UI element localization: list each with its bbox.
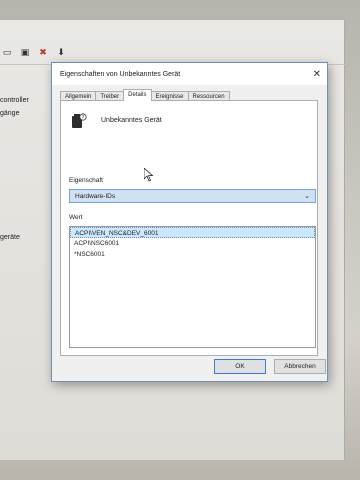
list-item[interactable]: ACPI\VEN_NSC&DEV_6001 [70, 227, 315, 238]
cancel-button[interactable]: Abbrechen [274, 359, 326, 374]
property-label: Eigenschaft [69, 177, 103, 184]
ok-button[interactable]: OK [214, 359, 266, 374]
mouse-cursor-icon [144, 168, 154, 182]
tab-details[interactable]: Details [123, 89, 152, 101]
bg-tree-label-controller: controller [0, 97, 29, 104]
close-red-icon[interactable]: ✖ [38, 48, 48, 58]
svg-text:?: ? [82, 115, 85, 121]
properties-dialog: Eigenschaften von Unbekanntes Gerät ✕ Al… [51, 62, 328, 382]
device-name: Unbekanntes Gerät [101, 117, 162, 124]
bg-tree-label-gange: gänge [0, 110, 20, 117]
chevron-down-icon: ⌄ [304, 192, 310, 200]
toolbar: ▭ ▣ ✖ ⬇ [0, 44, 66, 62]
list-item[interactable]: ACPI\NSC6001 [70, 238, 315, 249]
dialog-titlebar[interactable]: Eigenschaften von Unbekanntes Gerät ✕ [52, 63, 327, 85]
download-icon[interactable]: ⬇ [56, 48, 66, 58]
property-dropdown[interactable]: Hardware-IDs ⌄ [69, 189, 316, 203]
maximize-icon[interactable]: ▭ [2, 48, 12, 58]
list-item[interactable]: *NSC6001 [70, 249, 315, 260]
monitor-icon[interactable]: ▣ [20, 48, 30, 58]
unknown-device-icon: ? [72, 113, 87, 128]
value-list[interactable]: ACPI\VEN_NSC&DEV_6001 ACPI\NSC6001 *NSC6… [69, 226, 316, 348]
close-icon[interactable]: ✕ [313, 69, 321, 80]
property-dropdown-value: Hardware-IDs [75, 192, 116, 200]
value-label: Wert [69, 214, 83, 221]
details-panel: ? Unbekanntes Gerät Eigenschaft Hardware… [60, 100, 318, 356]
bg-tree-label-gerate: geräte [0, 234, 20, 241]
dialog-title: Eigenschaften von Unbekanntes Gerät [60, 70, 181, 78]
